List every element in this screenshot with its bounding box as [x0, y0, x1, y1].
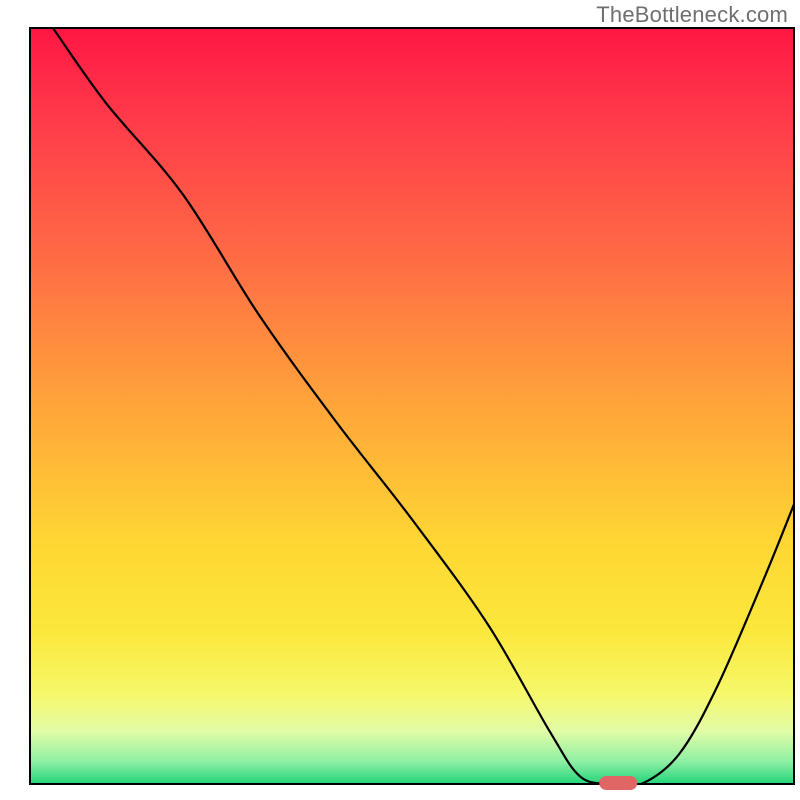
- watermark-text: TheBottleneck.com: [596, 2, 788, 28]
- optimal-marker: [599, 776, 637, 790]
- bottleneck-chart: [0, 0, 800, 800]
- plot-background: [30, 28, 794, 784]
- chart-container: TheBottleneck.com: [0, 0, 800, 800]
